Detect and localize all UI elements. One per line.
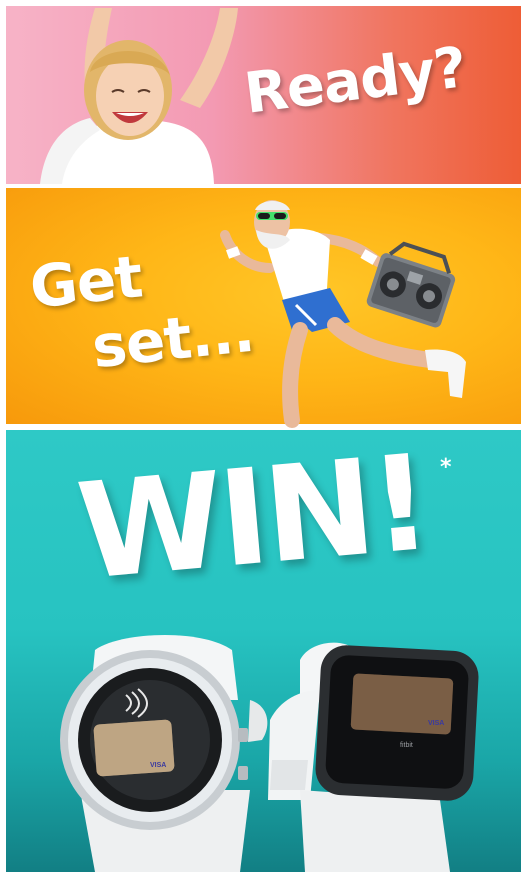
- square-smartwatch-image: [268, 642, 479, 872]
- left-watch-card-brand: VISA: [150, 762, 167, 769]
- cheering-girl-image: [40, 8, 238, 184]
- right-watch-brand-label: fitbit: [400, 742, 413, 749]
- running-man-image: [220, 200, 466, 428]
- win-headline: WIN!: [71, 426, 434, 610]
- round-smartwatch-image: [60, 634, 268, 872]
- footnote-asterisk: *: [440, 455, 452, 480]
- banner-artwork: [40, 8, 479, 872]
- right-watch-card-brand: VISA: [428, 720, 445, 727]
